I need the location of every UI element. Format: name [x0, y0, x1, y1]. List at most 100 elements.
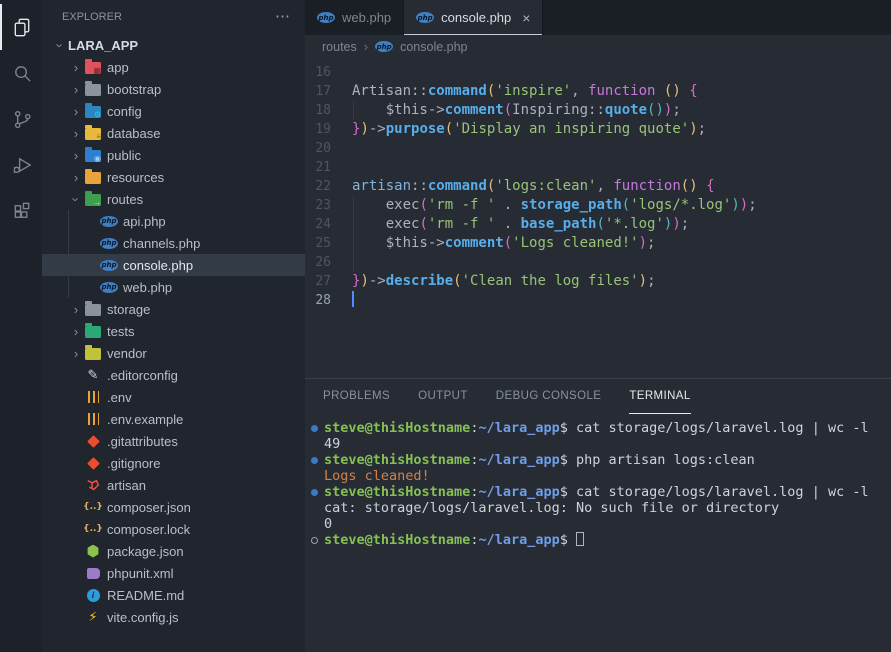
tree-item-label: public	[107, 148, 141, 163]
chevron-right-icon[interactable]: ›	[68, 126, 84, 141]
panel-tab-debug-console[interactable]: DEBUG CONSOLE	[496, 379, 602, 414]
tree-item-vendor[interactable]: › vendor	[42, 342, 305, 364]
folder-icon	[84, 82, 102, 96]
activitybar-run-debug-icon[interactable]	[0, 142, 42, 188]
tree-item-console-php[interactable]: phpconsole.php	[42, 254, 305, 276]
breadcrumb-file[interactable]: console.php	[400, 40, 467, 54]
chevron-right-icon[interactable]: ›	[68, 60, 84, 75]
breadcrumb-folder[interactable]: routes	[322, 40, 357, 54]
tree-item--gitattributes[interactable]: .gitattributes	[42, 430, 305, 452]
tree-item-label: package.json	[107, 544, 184, 559]
tree-item-app[interactable]: ›▦app	[42, 56, 305, 78]
chevron-right-icon[interactable]: ›	[68, 324, 84, 339]
code-line-26: 26	[305, 253, 891, 272]
code-text: Artisan::command('inspire', function () …	[352, 82, 698, 101]
terminal[interactable]: steve@thisHostname:~/lara_app$ cat stora…	[305, 414, 891, 652]
activitybar-search-icon[interactable]	[0, 50, 42, 96]
chevron-right-icon[interactable]: ›	[68, 346, 84, 361]
terminal-text: steve@thisHostname:~/lara_app$ php artis…	[324, 452, 755, 468]
terminal-text: 49	[324, 436, 340, 452]
tree-item-label: vendor	[107, 346, 147, 361]
tree-item-api-php[interactable]: phpapi.php	[42, 210, 305, 232]
tree-item--editorconfig[interactable]: ✎.editorconfig	[42, 364, 305, 386]
tree-item-label: database	[107, 126, 161, 141]
npm-icon	[84, 545, 102, 558]
line-number: 21	[305, 158, 352, 177]
panel-tab-terminal[interactable]: TERMINAL	[629, 379, 690, 414]
terminal-row: steve@thisHostname:~/lara_app$ cat stora…	[311, 420, 891, 436]
tree-item-config[interactable]: ›⚙config	[42, 100, 305, 122]
chevron-right-icon[interactable]: ›	[68, 104, 84, 119]
tree-item-package-json[interactable]: package.json	[42, 540, 305, 562]
panel-tab-bar: PROBLEMS OUTPUT DEBUG CONSOLE TERMINAL	[305, 379, 891, 414]
terminal-row: steve@thisHostname:~/lara_app$	[311, 532, 891, 548]
tree-item-artisan[interactable]: artisan	[42, 474, 305, 496]
chevron-right-icon[interactable]: ›	[68, 302, 84, 317]
line-number: 23	[305, 196, 352, 215]
line-number: 16	[305, 63, 352, 82]
git-icon	[84, 437, 102, 446]
bullet-spacer	[311, 468, 324, 484]
tree-item-phpunit-xml[interactable]: phpunit.xml	[42, 562, 305, 584]
code-text: $this->comment('Logs cleaned!');	[352, 234, 655, 253]
code-line-22: 22artisan::command('logs:clean', functio…	[305, 177, 891, 196]
tree-item--env-example[interactable]: .env.example	[42, 408, 305, 430]
code-text	[352, 291, 354, 310]
activitybar-source-control-icon[interactable]	[0, 96, 42, 142]
more-actions-icon[interactable]: ⋯	[275, 12, 291, 22]
tree-item-label: README.md	[107, 588, 184, 603]
activitybar-extensions-icon[interactable]	[0, 188, 42, 234]
line-number: 27	[305, 272, 352, 291]
chevron-right-icon[interactable]: ›	[68, 170, 84, 185]
tree-item-routes[interactable]: ›→ routes	[42, 188, 305, 210]
tree-item-composer-lock[interactable]: {..}composer.lock	[42, 518, 305, 540]
close-icon[interactable]: ×	[522, 10, 530, 26]
tree-item-storage[interactable]: ›storage	[42, 298, 305, 320]
tree-item-composer-json[interactable]: {..}composer.json	[42, 496, 305, 518]
chevron-down-icon: ›	[53, 37, 68, 53]
tree-item-label: resources	[107, 170, 164, 185]
tab-web-php[interactable]: phpweb.php	[305, 0, 404, 35]
code-editor[interactable]: 1617Artisan::command('inspire', function…	[305, 58, 891, 378]
php-file-icon: php	[317, 12, 335, 23]
line-number: 19	[305, 120, 352, 139]
terminal-text: 0	[324, 516, 332, 532]
breadcrumb: routes › php console.php	[305, 35, 891, 58]
tree-item-database[interactable]: ›≡database	[42, 122, 305, 144]
pencil-icon: ✎	[84, 369, 102, 382]
php-icon: php	[100, 238, 118, 249]
tree-item-tests[interactable]: ›tests	[42, 320, 305, 342]
code-line-28: 28	[305, 291, 891, 310]
tree-item-label: app	[107, 60, 129, 75]
tree-root[interactable]: ›LARA_APP	[42, 34, 305, 56]
tree-item-channels-php[interactable]: phpchannels.php	[42, 232, 305, 254]
php-icon: php	[100, 216, 118, 227]
chevron-down-icon[interactable]: ›	[69, 191, 84, 207]
code-text: artisan::command('logs:clean', function(…	[352, 177, 715, 196]
tree-item-bootstrap[interactable]: ›bootstrap	[42, 78, 305, 100]
tree-item-label: routes	[107, 192, 143, 207]
panel-tab-problems[interactable]: PROBLEMS	[323, 379, 390, 414]
explorer-title: EXPLORER	[62, 11, 122, 23]
sidebar-header: EXPLORER ⋯	[42, 0, 305, 34]
tab-console-php[interactable]: phpconsole.php×	[404, 0, 543, 35]
tree-item--env[interactable]: .env	[42, 386, 305, 408]
command-status-icon	[311, 420, 324, 436]
folder-icon: ◉	[84, 148, 102, 162]
terminal-row: cat: storage/logs/laravel.log: No such f…	[311, 500, 891, 516]
bullet-spacer	[311, 500, 324, 516]
activitybar-explorer-icon[interactable]	[0, 4, 42, 50]
tree-item-web-php[interactable]: phpweb.php	[42, 276, 305, 298]
chevron-right-icon[interactable]: ›	[68, 148, 84, 163]
tree-item-resources[interactable]: › resources	[42, 166, 305, 188]
panel-tab-output[interactable]: OUTPUT	[418, 379, 468, 414]
folder-icon: →	[84, 192, 102, 206]
tab-bar: phpweb.phpphpconsole.php×	[305, 0, 891, 35]
code-line-19: 19})->purpose('Display an inspiring quot…	[305, 120, 891, 139]
tree-item--gitignore[interactable]: .gitignore	[42, 452, 305, 474]
tree-item-public[interactable]: ›◉ public	[42, 144, 305, 166]
tree-item-label: .gitignore	[107, 456, 160, 471]
tree-item-vite-config-js[interactable]: ⚡vite.config.js	[42, 606, 305, 628]
chevron-right-icon[interactable]: ›	[68, 82, 84, 97]
tree-item-readme-md[interactable]: iREADME.md	[42, 584, 305, 606]
